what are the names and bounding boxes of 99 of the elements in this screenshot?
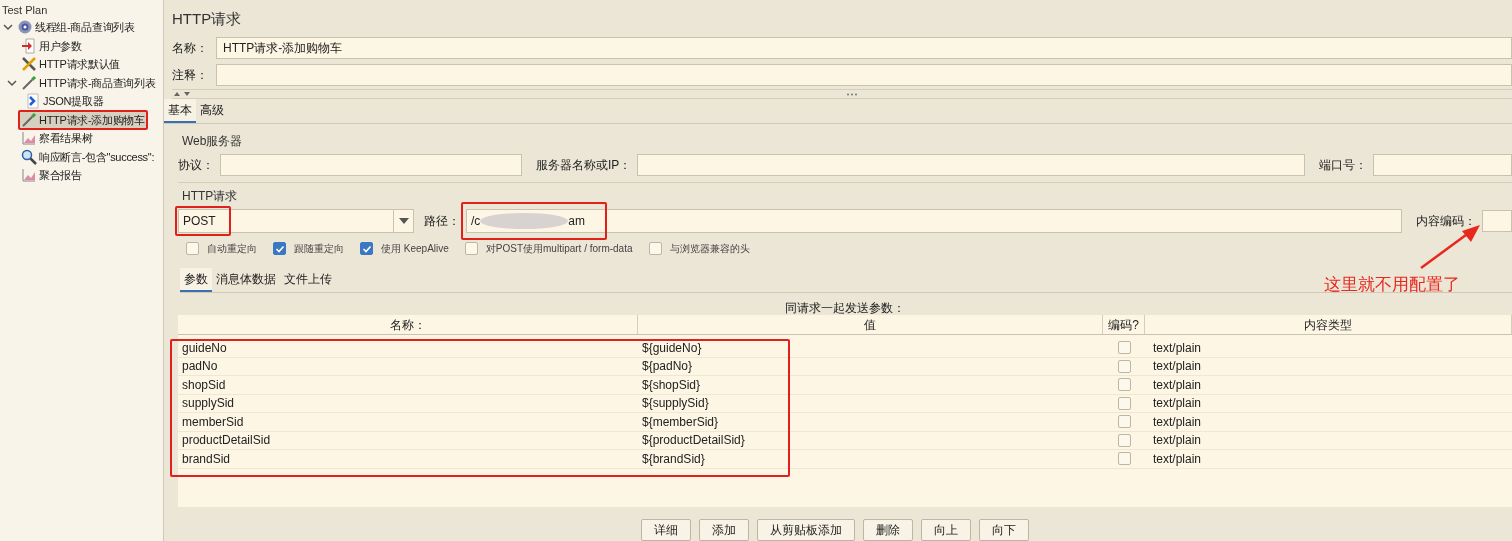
path-text: am — [568, 213, 585, 230]
option-label: 使用 KeepAlive — [381, 242, 449, 256]
table-cell-text: guideNo — [181, 339, 228, 357]
checkbox[interactable] — [1117, 341, 1131, 355]
dropdown-arrow-icon — [398, 218, 409, 224]
check-icon — [361, 243, 372, 254]
table-cell-text: padNo — [181, 358, 219, 376]
annotation-note: 这里就不用配置了 — [1324, 274, 1460, 296]
tab[interactable]: 参数 — [180, 268, 212, 292]
table-cell-text: text/plain — [1152, 358, 1203, 376]
option-label: 与浏览器兼容的头 — [669, 242, 750, 256]
table-cell-text: text/plain — [1152, 339, 1203, 357]
tree-item[interactable]: 线程组-商品查询列表 — [14, 17, 138, 38]
tab[interactable]: 高级 — [196, 99, 228, 123]
field-label: 路径： — [424, 213, 460, 230]
checkbox[interactable] — [1117, 415, 1131, 429]
tools-icon — [21, 56, 37, 73]
search-icon — [21, 148, 37, 165]
path-text: /c — [471, 213, 481, 230]
table-cell-text: brandSid — [181, 450, 232, 468]
tab[interactable]: 消息体数据 — [212, 268, 280, 292]
document-arrow-icon — [21, 37, 37, 54]
field-label: 名称： — [172, 39, 208, 57]
checkbox[interactable] — [1117, 359, 1131, 373]
field-label: 协议： — [178, 157, 214, 174]
column-header[interactable]: 内容类型 — [1145, 315, 1512, 334]
method-dropdown[interactable]: POST — [178, 209, 414, 233]
checkbox[interactable] — [273, 242, 286, 255]
option-label: 对POST使用multipart / form-data — [485, 242, 633, 256]
tree-item[interactable]: JSON提取器 — [22, 91, 107, 112]
tab[interactable]: 基本 — [164, 99, 196, 123]
checkbox[interactable] — [648, 242, 662, 255]
gear-icon — [17, 19, 33, 36]
panel-title: HTTP请求 — [172, 9, 243, 29]
drag-handle-icon[interactable] — [846, 92, 858, 96]
tree-item[interactable]: 用户参数 — [18, 35, 85, 56]
table-cell-text: text/plain — [1152, 432, 1203, 450]
path-field[interactable]: /c am — [466, 209, 1402, 233]
table-cell-text: text/plain — [1152, 376, 1203, 394]
checkbox[interactable] — [1117, 452, 1131, 466]
column-header[interactable]: 名称： — [178, 315, 638, 334]
tab[interactable]: 文件上传 — [280, 268, 336, 292]
table-cell-text: shopSid — [181, 376, 227, 394]
tree-item[interactable]: HTTP请求-添加购物车 — [18, 109, 148, 130]
checkbox[interactable] — [1117, 433, 1131, 447]
table-cell-text: text/plain — [1152, 450, 1203, 468]
pipette-icon — [21, 74, 37, 91]
toolbar-button[interactable]: 向上 — [921, 519, 971, 541]
protocol-field[interactable] — [220, 154, 522, 176]
table-cell-text: ${brandSid} — [641, 450, 706, 468]
table-cell-text: ${supplySid} — [641, 395, 710, 413]
toolbar-button[interactable]: 从剪贴板添加 — [757, 519, 855, 541]
field-label: 端口号： — [1319, 157, 1368, 174]
table-cell-text: ${shopSid} — [641, 376, 702, 394]
encoding-field[interactable] — [1482, 210, 1512, 232]
checkbox[interactable] — [464, 242, 478, 255]
table-cell-text: ${guideNo} — [641, 339, 703, 357]
field-label: 内容编码： — [1416, 213, 1476, 230]
server-field[interactable] — [637, 154, 1306, 176]
table-cell-text: text/plain — [1152, 395, 1203, 413]
name-field[interactable]: HTTP请求-添加购物车 — [216, 36, 1512, 59]
field-label: 注释： — [172, 66, 208, 84]
tree-item[interactable]: HTTP请求默认值 — [18, 54, 124, 75]
field-label: HTTP请求 — [182, 188, 239, 205]
tree-item[interactable]: HTTP请求-商品查询列表 — [18, 72, 159, 93]
column-header[interactable]: 编码? — [1103, 315, 1145, 334]
check-icon — [274, 243, 285, 254]
tree-root[interactable]: Test Plan — [2, 2, 163, 18]
graph-icon — [21, 130, 37, 147]
table-cell-text: supplySid — [181, 395, 236, 413]
table-cell-text: ${padNo} — [641, 358, 694, 376]
table-cell-text: memberSid — [181, 413, 245, 431]
toolbar-button[interactable]: 向下 — [979, 519, 1029, 541]
graph-icon — [21, 167, 37, 184]
toolbar-button[interactable]: 添加 — [699, 519, 749, 541]
tree-item[interactable]: 聚合报告 — [18, 165, 85, 186]
params-caption: 同请求一起发送参数： — [784, 300, 906, 315]
tree-item[interactable]: 察看结果树 — [18, 128, 96, 149]
table-cell-text: ${productDetailSid} — [641, 432, 746, 450]
tree-item[interactable]: 响应断言-包含"success": — [18, 146, 158, 167]
table-cell-text: productDetailSid — [181, 432, 272, 450]
option-label: 自动重定向 — [207, 242, 257, 256]
method-value: POST — [182, 213, 217, 230]
field-label: 服务器名称或IP： — [536, 157, 632, 174]
checkbox[interactable] — [1117, 378, 1131, 392]
splitter-arrows-icon[interactable] — [172, 91, 192, 98]
checkbox[interactable] — [1117, 396, 1131, 410]
column-header[interactable]: 值 — [638, 315, 1103, 334]
table-cell-text: text/plain — [1152, 413, 1203, 431]
checkbox[interactable] — [186, 242, 199, 255]
pipette-icon — [21, 111, 37, 128]
toolbar-button[interactable]: 详细 — [641, 519, 691, 541]
field-label: Web服务器 — [182, 133, 244, 150]
comment-field[interactable] — [216, 63, 1512, 86]
option-label: 跟随重定向 — [294, 242, 344, 256]
table-cell-text: ${memberSid} — [641, 413, 720, 431]
toolbar-button[interactable]: 删除 — [863, 519, 913, 541]
port-field[interactable] — [1373, 154, 1512, 176]
checkbox[interactable] — [360, 242, 373, 255]
